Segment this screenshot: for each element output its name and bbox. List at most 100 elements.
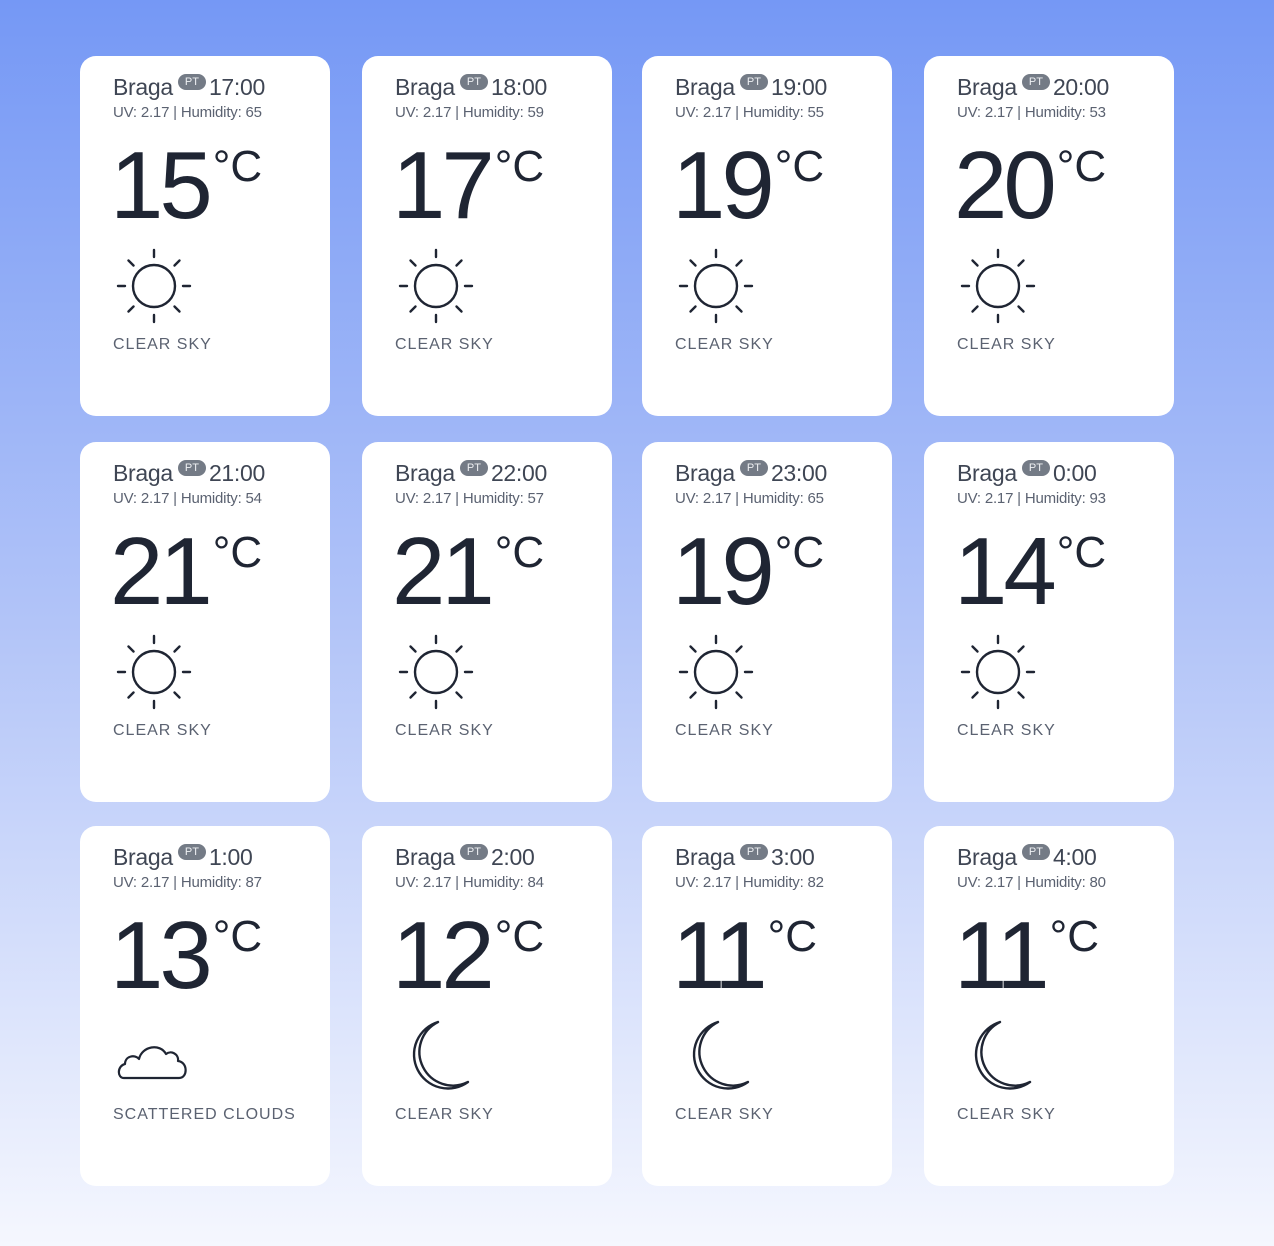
country-badge: PT <box>177 844 206 860</box>
uv-humidity: UV: 2.17 | Humidity: 65 <box>113 104 262 121</box>
forecast-time: 17:00 <box>208 74 265 100</box>
country-badge: PT <box>1021 460 1050 476</box>
temperature-value: 21 <box>110 518 213 625</box>
city-name: Braga <box>395 74 455 100</box>
uv-humidity: UV: 2.17 | Humidity: 57 <box>395 490 544 507</box>
temperature-unit: °C <box>1056 528 1107 577</box>
uv-humidity: UV: 2.17 | Humidity: 84 <box>395 874 544 891</box>
temperature-value: 11 <box>672 902 768 1009</box>
forecast-time: 22:00 <box>490 460 547 486</box>
sun-icon <box>398 632 478 712</box>
temperature-unit: °C <box>212 912 263 961</box>
temperature-value: 15 <box>110 132 213 239</box>
forecast-time: 20:00 <box>1052 74 1109 100</box>
forecast-time: 21:00 <box>208 460 265 486</box>
card-header: Braga PT 19:00 <box>675 74 827 102</box>
city-name: Braga <box>675 460 735 486</box>
temperature: 21°C <box>110 522 262 622</box>
country-badge: PT <box>1021 74 1050 90</box>
moon-icon <box>960 1016 1040 1096</box>
uv-humidity: UV: 2.17 | Humidity: 80 <box>957 874 1106 891</box>
city-name: Braga <box>957 74 1017 100</box>
moon-icon <box>398 1016 478 1096</box>
card-header: Braga PT 22:00 <box>395 460 547 488</box>
card-header: Braga PT 4:00 <box>957 844 1097 872</box>
temperature: 17°C <box>392 136 544 236</box>
uv-humidity: UV: 2.17 | Humidity: 54 <box>113 490 262 507</box>
temperature-value: 17 <box>392 132 495 239</box>
weather-description: CLEAR SKY <box>395 722 494 739</box>
temperature-unit: °C <box>774 528 825 577</box>
country-badge: PT <box>177 74 206 90</box>
temperature: 21°C <box>392 522 544 622</box>
forecast-card: Braga PT 23:00 UV: 2.17 | Humidity: 65 19°… <box>642 442 892 802</box>
forecast-card: Braga PT 18:00 UV: 2.17 | Humidity: 59 17°… <box>362 56 612 416</box>
moon-icon <box>678 1016 758 1096</box>
temperature: 19°C <box>672 136 824 236</box>
country-badge: PT <box>739 74 768 90</box>
forecast-card: Braga PT 20:00 UV: 2.17 | Humidity: 53 20°… <box>924 56 1174 416</box>
card-header: Braga PT 18:00 <box>395 74 547 102</box>
city-name: Braga <box>113 460 173 486</box>
sun-icon <box>960 246 1040 326</box>
weather-description: CLEAR SKY <box>113 336 212 353</box>
temperature-value: 20 <box>954 132 1057 239</box>
temperature-unit: °C <box>494 528 545 577</box>
temperature-unit: °C <box>212 142 263 191</box>
weather-description: CLEAR SKY <box>675 1106 774 1123</box>
temperature-unit: °C <box>1049 912 1100 961</box>
card-header: Braga PT 23:00 <box>675 460 827 488</box>
temperature-value: 14 <box>954 518 1057 625</box>
forecast-time: 2:00 <box>490 844 535 870</box>
card-header: Braga PT 2:00 <box>395 844 535 872</box>
uv-humidity: UV: 2.17 | Humidity: 59 <box>395 104 544 121</box>
card-header: Braga PT 20:00 <box>957 74 1109 102</box>
sun-icon <box>116 246 196 326</box>
temperature-unit: °C <box>1056 142 1107 191</box>
weather-description: CLEAR SKY <box>957 336 1056 353</box>
card-header: Braga PT 17:00 <box>113 74 265 102</box>
temperature: 11°C <box>672 906 817 1006</box>
temperature-unit: °C <box>494 142 545 191</box>
weather-description: CLEAR SKY <box>957 1106 1056 1123</box>
temperature: 13°C <box>110 906 262 1006</box>
forecast-card: Braga PT 2:00 UV: 2.17 | Humidity: 84 12°C… <box>362 826 612 1186</box>
temperature: 11°C <box>954 906 1099 1006</box>
weather-description: SCATTERED CLOUDS <box>113 1106 296 1123</box>
weather-description: CLEAR SKY <box>395 1106 494 1123</box>
temperature: 15°C <box>110 136 262 236</box>
uv-humidity: UV: 2.17 | Humidity: 55 <box>675 104 824 121</box>
city-name: Braga <box>675 844 735 870</box>
country-badge: PT <box>739 844 768 860</box>
uv-humidity: UV: 2.17 | Humidity: 65 <box>675 490 824 507</box>
weather-description: CLEAR SKY <box>675 722 774 739</box>
city-name: Braga <box>957 844 1017 870</box>
city-name: Braga <box>395 460 455 486</box>
forecast-time: 1:00 <box>208 844 253 870</box>
sun-icon <box>678 632 758 712</box>
weather-description: CLEAR SKY <box>957 722 1056 739</box>
forecast-time: 0:00 <box>1052 460 1097 486</box>
temperature: 12°C <box>392 906 544 1006</box>
sun-icon <box>398 246 478 326</box>
card-header: Braga PT 21:00 <box>113 460 265 488</box>
country-badge: PT <box>1021 844 1050 860</box>
country-badge: PT <box>459 74 488 90</box>
forecast-time: 4:00 <box>1052 844 1097 870</box>
country-badge: PT <box>739 460 768 476</box>
country-badge: PT <box>459 460 488 476</box>
country-badge: PT <box>177 460 206 476</box>
temperature-value: 13 <box>110 902 213 1009</box>
forecast-card: Braga PT 17:00 UV: 2.17 | Humidity: 65 15°… <box>80 56 330 416</box>
uv-humidity: UV: 2.17 | Humidity: 82 <box>675 874 824 891</box>
forecast-card: Braga PT 21:00 UV: 2.17 | Humidity: 54 21°… <box>80 442 330 802</box>
weather-description: CLEAR SKY <box>395 336 494 353</box>
forecast-card: Braga PT 22:00 UV: 2.17 | Humidity: 57 21°… <box>362 442 612 802</box>
card-header: Braga PT 1:00 <box>113 844 253 872</box>
forecast-grid: Braga PT 17:00 UV: 2.17 | Humidity: 65 15°… <box>0 0 1274 1246</box>
uv-humidity: UV: 2.17 | Humidity: 87 <box>113 874 262 891</box>
forecast-time: 23:00 <box>770 460 827 486</box>
forecast-card: Braga PT 19:00 UV: 2.17 | Humidity: 55 19°… <box>642 56 892 416</box>
temperature-value: 21 <box>392 518 495 625</box>
forecast-card: Braga PT 3:00 UV: 2.17 | Humidity: 82 11°C… <box>642 826 892 1186</box>
